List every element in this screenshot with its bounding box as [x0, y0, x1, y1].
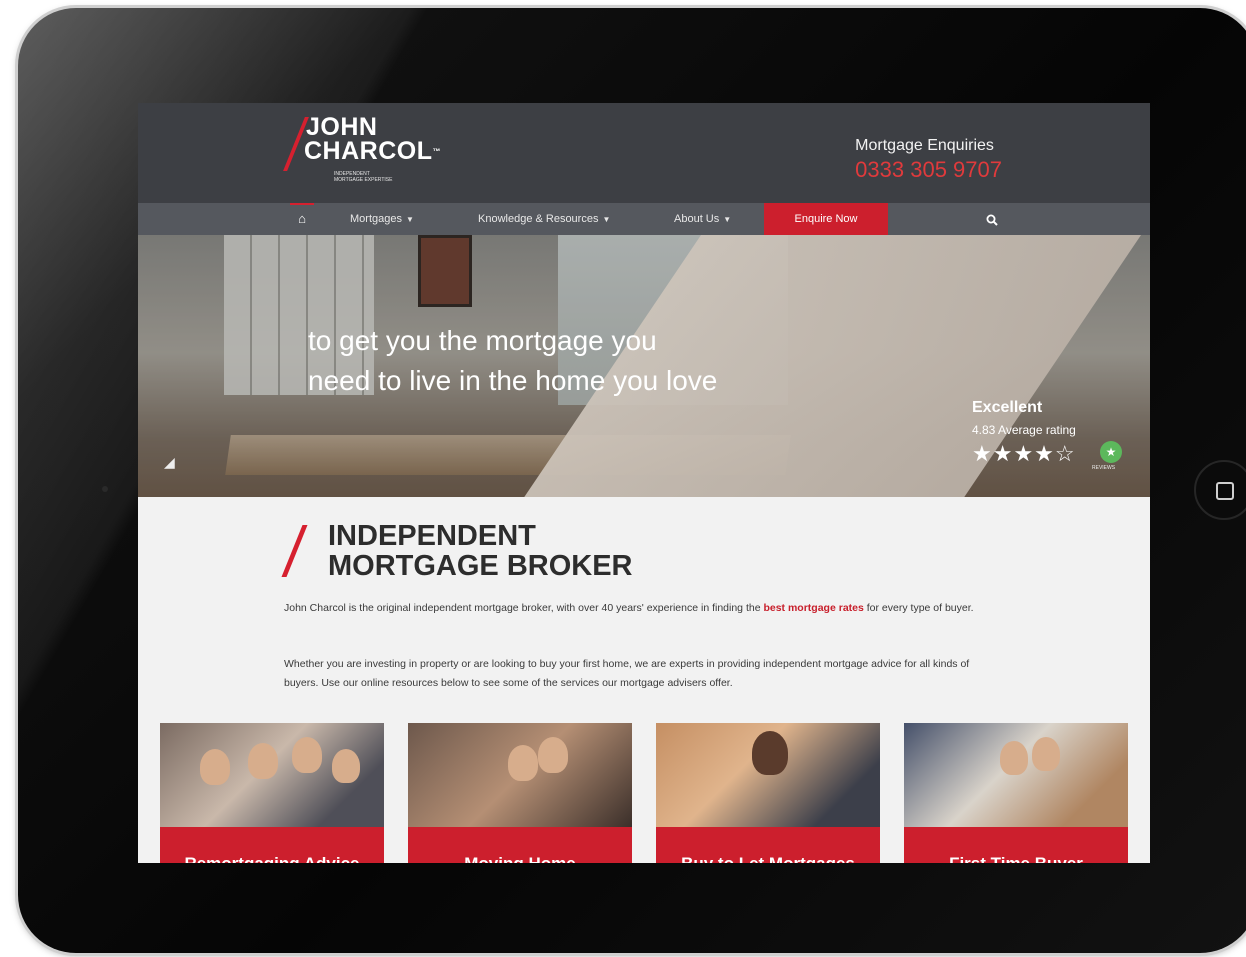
mortgage-enquiries: Mortgage Enquiries 0333 305 9707	[855, 137, 1002, 183]
person-figure	[508, 745, 538, 781]
person-figure	[752, 731, 788, 775]
heading-slash	[281, 525, 308, 577]
website-screen: JOHN CHARCOL™ INDEPENDENT MORTGAGE EXPER…	[138, 103, 1150, 863]
intro-paragraph-2: Whether you are investing in property or…	[284, 658, 970, 689]
person-figure	[1032, 737, 1060, 771]
card-title: First Time Buyer	[904, 827, 1128, 863]
card-image-family	[160, 723, 384, 827]
search-button[interactable]	[980, 203, 1004, 235]
service-cards: Remortgaging Advice Moving Home Buy to L…	[138, 723, 1150, 863]
heading-line-2: MORTGAGE BROKER	[328, 550, 633, 582]
hero-tagline-line-2: need to live in the home you love	[308, 365, 718, 396]
john-charcol-logo[interactable]: JOHN CHARCOL™ INDEPENDENT MORTGAGE EXPER…	[283, 113, 441, 193]
home-icon: ⌂	[298, 211, 306, 226]
reviews-badge-label: REVIEWS	[1092, 465, 1116, 471]
page-heading: INDEPENDENT MORTGAGE BROKER	[328, 521, 633, 581]
hero-tagline-line-1: to get you the mortgage you	[308, 325, 657, 356]
logo-tagline: INDEPENDENT MORTGAGE EXPERTISE	[334, 171, 392, 183]
person-figure	[200, 749, 230, 785]
intro-paragraph-1: John Charcol is the original independent…	[284, 599, 1004, 618]
chevron-down-icon: ▼	[723, 215, 732, 224]
card-remortgaging-advice[interactable]: Remortgaging Advice	[160, 723, 384, 863]
card-image-first-home	[904, 723, 1128, 827]
enquiries-label: Mortgage Enquiries	[855, 137, 994, 154]
site-header: JOHN CHARCOL™ INDEPENDENT MORTGAGE EXPER…	[138, 103, 1150, 203]
person-figure	[538, 737, 568, 773]
rating-title: Excellent	[972, 399, 1043, 416]
hero-banner: to get you the mortgage you need to live…	[138, 235, 1150, 497]
camera-icon	[102, 486, 108, 492]
person-figure	[332, 749, 360, 783]
rating-average: 4.83 Average rating	[972, 423, 1076, 437]
intro-p1-text-a: John Charcol is the original independent…	[284, 602, 761, 614]
card-title: Remortgaging Advice	[160, 827, 384, 863]
card-first-time-buyer[interactable]: First Time Buyer	[904, 723, 1128, 863]
heading-line-1: INDEPENDENT	[328, 520, 536, 552]
logo-tagline-2: MORTGAGE EXPERTISE	[334, 177, 393, 183]
volume-icon[interactable]: ◢	[164, 455, 175, 471]
nav-home[interactable]: ⌂	[282, 203, 322, 235]
card-title: Buy to Let Mortgages	[656, 827, 880, 863]
reviews-rating-widget[interactable]: Excellent 4.83 Average rating ★★★★☆ ★ RE…	[972, 399, 1122, 471]
enquiries-phone-link[interactable]: 0333 305 9707	[855, 157, 1002, 183]
person-figure	[1000, 741, 1028, 775]
nav-item-about-us[interactable]: About Us ▼	[674, 203, 731, 235]
logo-wordmark: CHARCOL	[304, 137, 433, 165]
person-figure	[292, 737, 322, 773]
main-nav: ⌂ Mortgages ▼ Knowledge & Resources ▼ Abou…	[138, 203, 1150, 235]
hero-tagline: to get you the mortgage you need to live…	[308, 321, 717, 401]
person-figure	[248, 743, 278, 779]
reviews-badge-icon: ★	[1100, 441, 1122, 463]
search-icon	[986, 214, 998, 226]
nav-item-label: Knowledge & Resources	[478, 213, 599, 225]
card-image-couple	[408, 723, 632, 827]
nav-item-knowledge-resources[interactable]: Knowledge & Resources ▼	[478, 203, 610, 235]
chevron-down-icon: ▼	[405, 215, 414, 224]
card-buy-to-let-mortgages[interactable]: Buy to Let Mortgages	[656, 723, 880, 863]
logo-line-2: CHARCOL™	[304, 139, 441, 164]
nav-item-label: Mortgages	[350, 213, 402, 225]
best-mortgage-rates-link[interactable]: best mortgage rates	[763, 602, 863, 614]
card-title: Moving Home	[408, 827, 632, 863]
chevron-down-icon: ▼	[602, 215, 611, 224]
card-image-investor	[656, 723, 880, 827]
logo-trademark: ™	[432, 147, 441, 156]
rating-stars: ★★★★☆	[972, 441, 1076, 466]
nav-item-mortgages[interactable]: Mortgages ▼	[350, 203, 414, 235]
intro-p1-text-b: for every type of buyer.	[866, 602, 974, 614]
home-button-square-icon	[1216, 482, 1234, 500]
nav-item-label: About Us	[674, 213, 720, 225]
card-moving-home[interactable]: Moving Home	[408, 723, 632, 863]
enquire-now-button[interactable]: Enquire Now	[764, 203, 888, 235]
tablet-home-button[interactable]	[1194, 460, 1246, 520]
